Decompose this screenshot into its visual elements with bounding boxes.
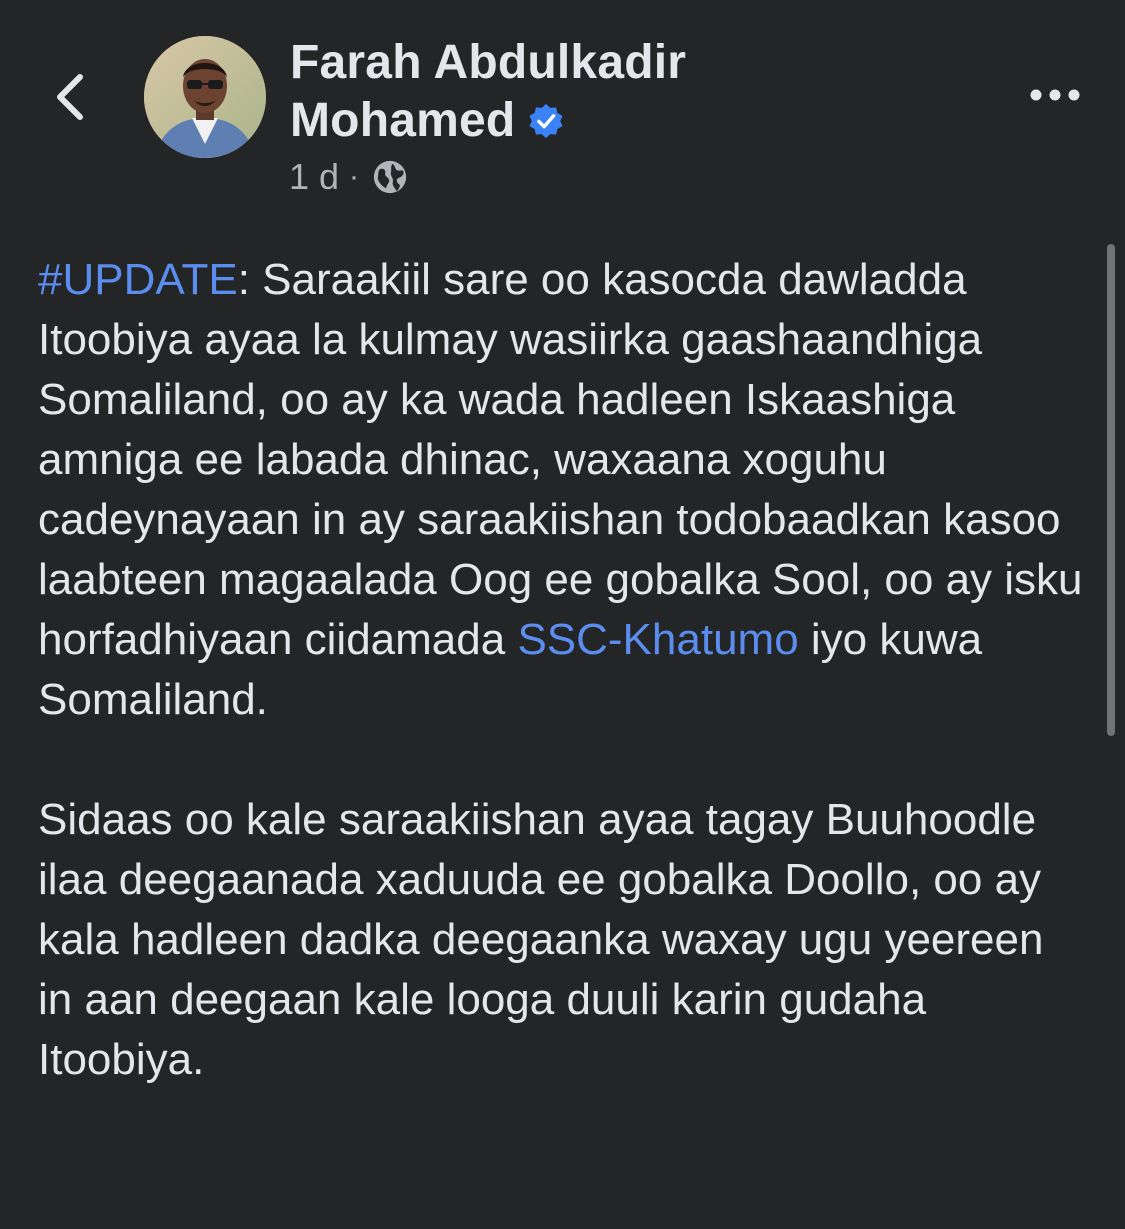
verified-badge-icon	[529, 103, 563, 139]
mention-link[interactable]: SSC-Khatumo	[517, 615, 798, 664]
author-name[interactable]: Farah Abdulkadir Mohamed	[290, 34, 990, 150]
hashtag-link[interactable]: #UPDATE	[38, 255, 238, 304]
scrollbar-thumb[interactable]	[1107, 244, 1115, 736]
globe-icon[interactable]	[371, 158, 409, 196]
more-options-button[interactable]	[1020, 70, 1090, 120]
author-name-line2: Mohamed	[290, 94, 516, 147]
chevron-left-icon	[57, 74, 83, 120]
meta-separator: ·	[349, 160, 360, 193]
post-paragraph-1-text-a: : Saraakiil sare oo kasocda dawladda Ito…	[38, 255, 1083, 664]
post-paragraph-1: #UPDATE: Saraakiil sare oo kasocda dawla…	[38, 250, 1088, 730]
more-options-icon	[1030, 89, 1080, 101]
post-meta: 1 d ·	[289, 156, 409, 198]
post-text: #UPDATE: Saraakiil sare oo kasocda dawla…	[38, 250, 1088, 1090]
author-avatar[interactable]	[144, 36, 266, 158]
back-button[interactable]	[40, 62, 100, 132]
author-name-line2-row: Mohamed	[290, 92, 565, 150]
avatar-photo	[144, 36, 266, 158]
post-timestamp[interactable]: 1 d	[289, 156, 339, 198]
post-header: Farah Abdulkadir Mohamed 1 d ·	[0, 0, 1125, 220]
author-name-line1: Farah Abdulkadir	[290, 36, 687, 89]
post-paragraph-2: Sidaas oo kale saraakiishan ayaa tagay B…	[38, 795, 1044, 1084]
